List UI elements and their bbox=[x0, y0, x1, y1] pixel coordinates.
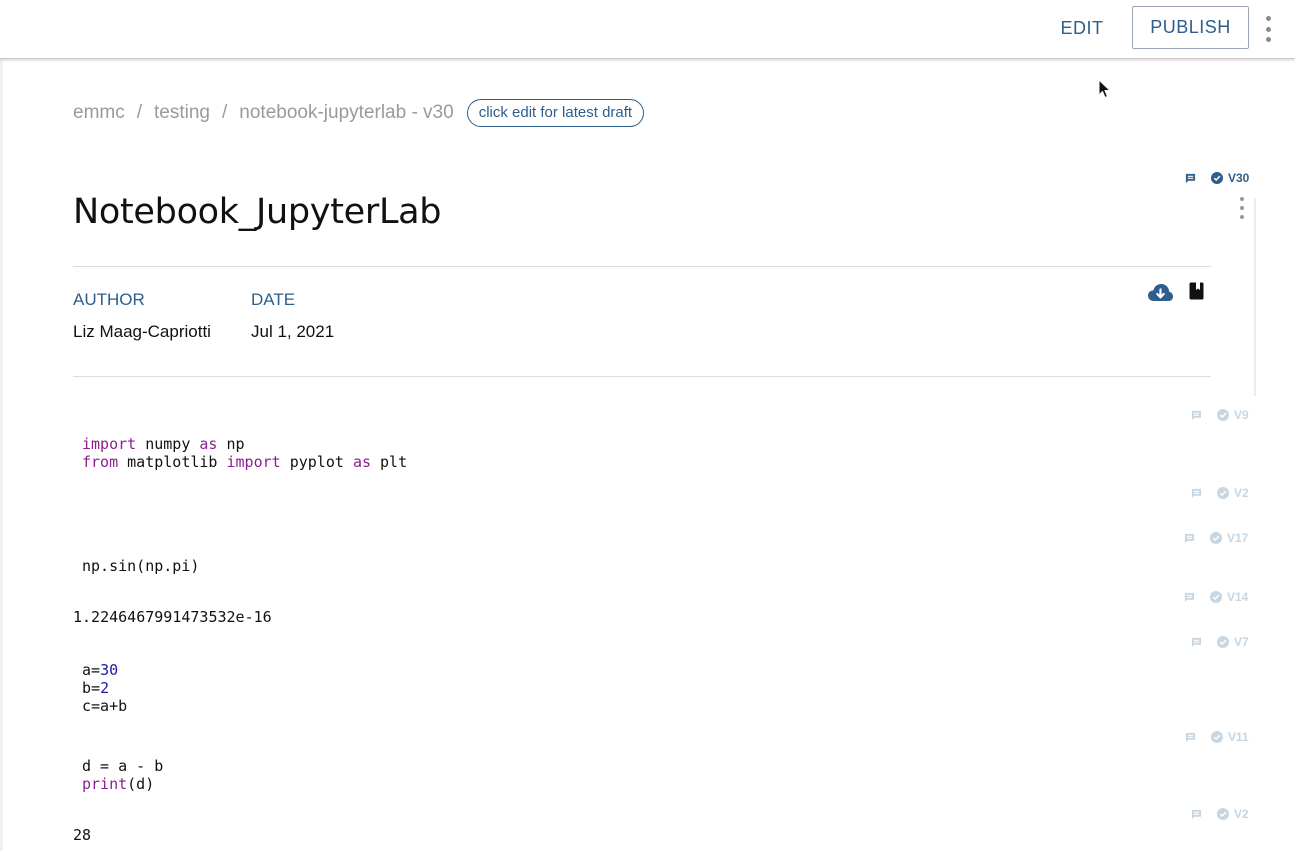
version-label: V11 bbox=[1228, 730, 1249, 744]
notebook-icon[interactable] bbox=[1189, 282, 1204, 300]
check-circle-icon bbox=[1217, 487, 1229, 499]
edit-button[interactable]: EDIT bbox=[1048, 6, 1116, 50]
code-token: (d) bbox=[127, 775, 155, 793]
comment-icon[interactable] bbox=[1185, 173, 1196, 184]
version-label: V17 bbox=[1227, 531, 1249, 545]
breadcrumb-item-notebook: notebook-jupyterlab - v30 bbox=[239, 102, 454, 123]
check-circle-icon bbox=[1211, 731, 1223, 743]
comment-icon[interactable] bbox=[1191, 488, 1202, 499]
author-name: Liz Maag-Capriotti bbox=[73, 322, 211, 341]
cell-version-tag[interactable]: V11 bbox=[1185, 730, 1249, 744]
code-token: d = a - b bbox=[82, 757, 164, 775]
code-cell[interactable]: import numpy as np from matplotlib impor… bbox=[82, 435, 407, 471]
comment-icon[interactable] bbox=[1184, 592, 1195, 603]
cell-version-tag[interactable]: V14 bbox=[1184, 590, 1248, 604]
version-label: V9 bbox=[1234, 408, 1249, 422]
check-circle-icon bbox=[1210, 532, 1222, 544]
code-keyword: import bbox=[226, 453, 281, 471]
code-keyword: import bbox=[82, 435, 137, 453]
comment-icon[interactable] bbox=[1185, 732, 1196, 743]
version-label: V30 bbox=[1228, 171, 1250, 185]
cell-version-tag[interactable]: V17 bbox=[1184, 531, 1248, 545]
left-edge-rule bbox=[0, 59, 3, 851]
breadcrumb-item-testing[interactable]: testing bbox=[154, 102, 210, 124]
check-circle-icon bbox=[1210, 591, 1222, 603]
code-number: 2 bbox=[100, 679, 110, 697]
code-number: 30 bbox=[100, 661, 119, 679]
cell-version-tag[interactable]: V7 bbox=[1191, 635, 1249, 649]
code-keyword: as bbox=[199, 435, 218, 453]
date-value: Jul 1, 2021 bbox=[251, 322, 335, 341]
kebab-menu-icon[interactable] bbox=[1236, 197, 1248, 219]
date-label: DATE bbox=[251, 290, 296, 309]
kebab-menu-icon[interactable] bbox=[1260, 16, 1276, 42]
document-version-tag[interactable]: V30 bbox=[1185, 171, 1249, 185]
code-token: numpy bbox=[136, 435, 200, 453]
check-circle-icon bbox=[1211, 172, 1223, 184]
cell-output: 1.2246467991473532e-16 bbox=[73, 608, 272, 626]
top-bar: EDIT PUBLISH bbox=[0, 0, 1295, 59]
comment-icon[interactable] bbox=[1191, 410, 1202, 421]
code-keyword: as bbox=[352, 453, 371, 471]
page-title: Notebook_JupyterLab bbox=[73, 192, 442, 232]
cell-version-tag[interactable]: V2 bbox=[1191, 807, 1249, 821]
version-label: V2 bbox=[1234, 486, 1249, 500]
check-circle-icon bbox=[1217, 409, 1229, 421]
code-token: a= bbox=[82, 661, 101, 679]
version-label: V7 bbox=[1234, 635, 1249, 649]
version-label: V2 bbox=[1234, 807, 1249, 821]
breadcrumb-separator: / bbox=[222, 102, 228, 123]
comment-icon[interactable] bbox=[1191, 637, 1202, 648]
cell-output: 28 bbox=[73, 826, 92, 844]
code-keyword: print bbox=[82, 775, 128, 793]
mouse-cursor-icon bbox=[1098, 79, 1112, 99]
author-label: AUTHOR bbox=[73, 290, 145, 309]
code-token: matplotlib bbox=[118, 453, 227, 471]
version-label: V14 bbox=[1227, 590, 1249, 604]
publish-button[interactable]: PUBLISH bbox=[1132, 6, 1249, 49]
code-cell[interactable]: d = a - b print(d) bbox=[82, 757, 163, 793]
check-circle-icon bbox=[1217, 636, 1229, 648]
cell-version-tag[interactable]: V9 bbox=[1191, 408, 1249, 422]
code-token: np.sin(np.pi) bbox=[82, 557, 200, 575]
code-token: b= bbox=[82, 679, 101, 697]
divider bbox=[73, 266, 1211, 267]
code-cell[interactable]: np.sin(np.pi) bbox=[82, 557, 199, 575]
section-indicator bbox=[1254, 198, 1256, 396]
breadcrumb: emmc / testing / notebook-jupyterlab - v… bbox=[73, 99, 645, 127]
code-token: np bbox=[217, 435, 245, 453]
comment-icon[interactable] bbox=[1184, 533, 1195, 544]
code-token: c=a+b bbox=[82, 697, 128, 715]
check-circle-icon bbox=[1217, 808, 1229, 820]
latest-draft-pill[interactable]: click edit for latest draft bbox=[466, 99, 645, 127]
comment-icon[interactable] bbox=[1191, 809, 1202, 820]
breadcrumb-item-emmc[interactable]: emmc bbox=[73, 102, 125, 124]
divider bbox=[73, 376, 1211, 377]
breadcrumb-separator: / bbox=[136, 102, 143, 123]
code-token: pyplot bbox=[280, 453, 353, 471]
code-cell[interactable]: a=30 b=2 c=a+b bbox=[82, 661, 127, 715]
code-token: plt bbox=[371, 453, 408, 471]
cloud-download-icon[interactable] bbox=[1147, 282, 1174, 304]
code-keyword: from bbox=[82, 453, 119, 471]
cell-version-tag[interactable]: V2 bbox=[1191, 486, 1249, 500]
